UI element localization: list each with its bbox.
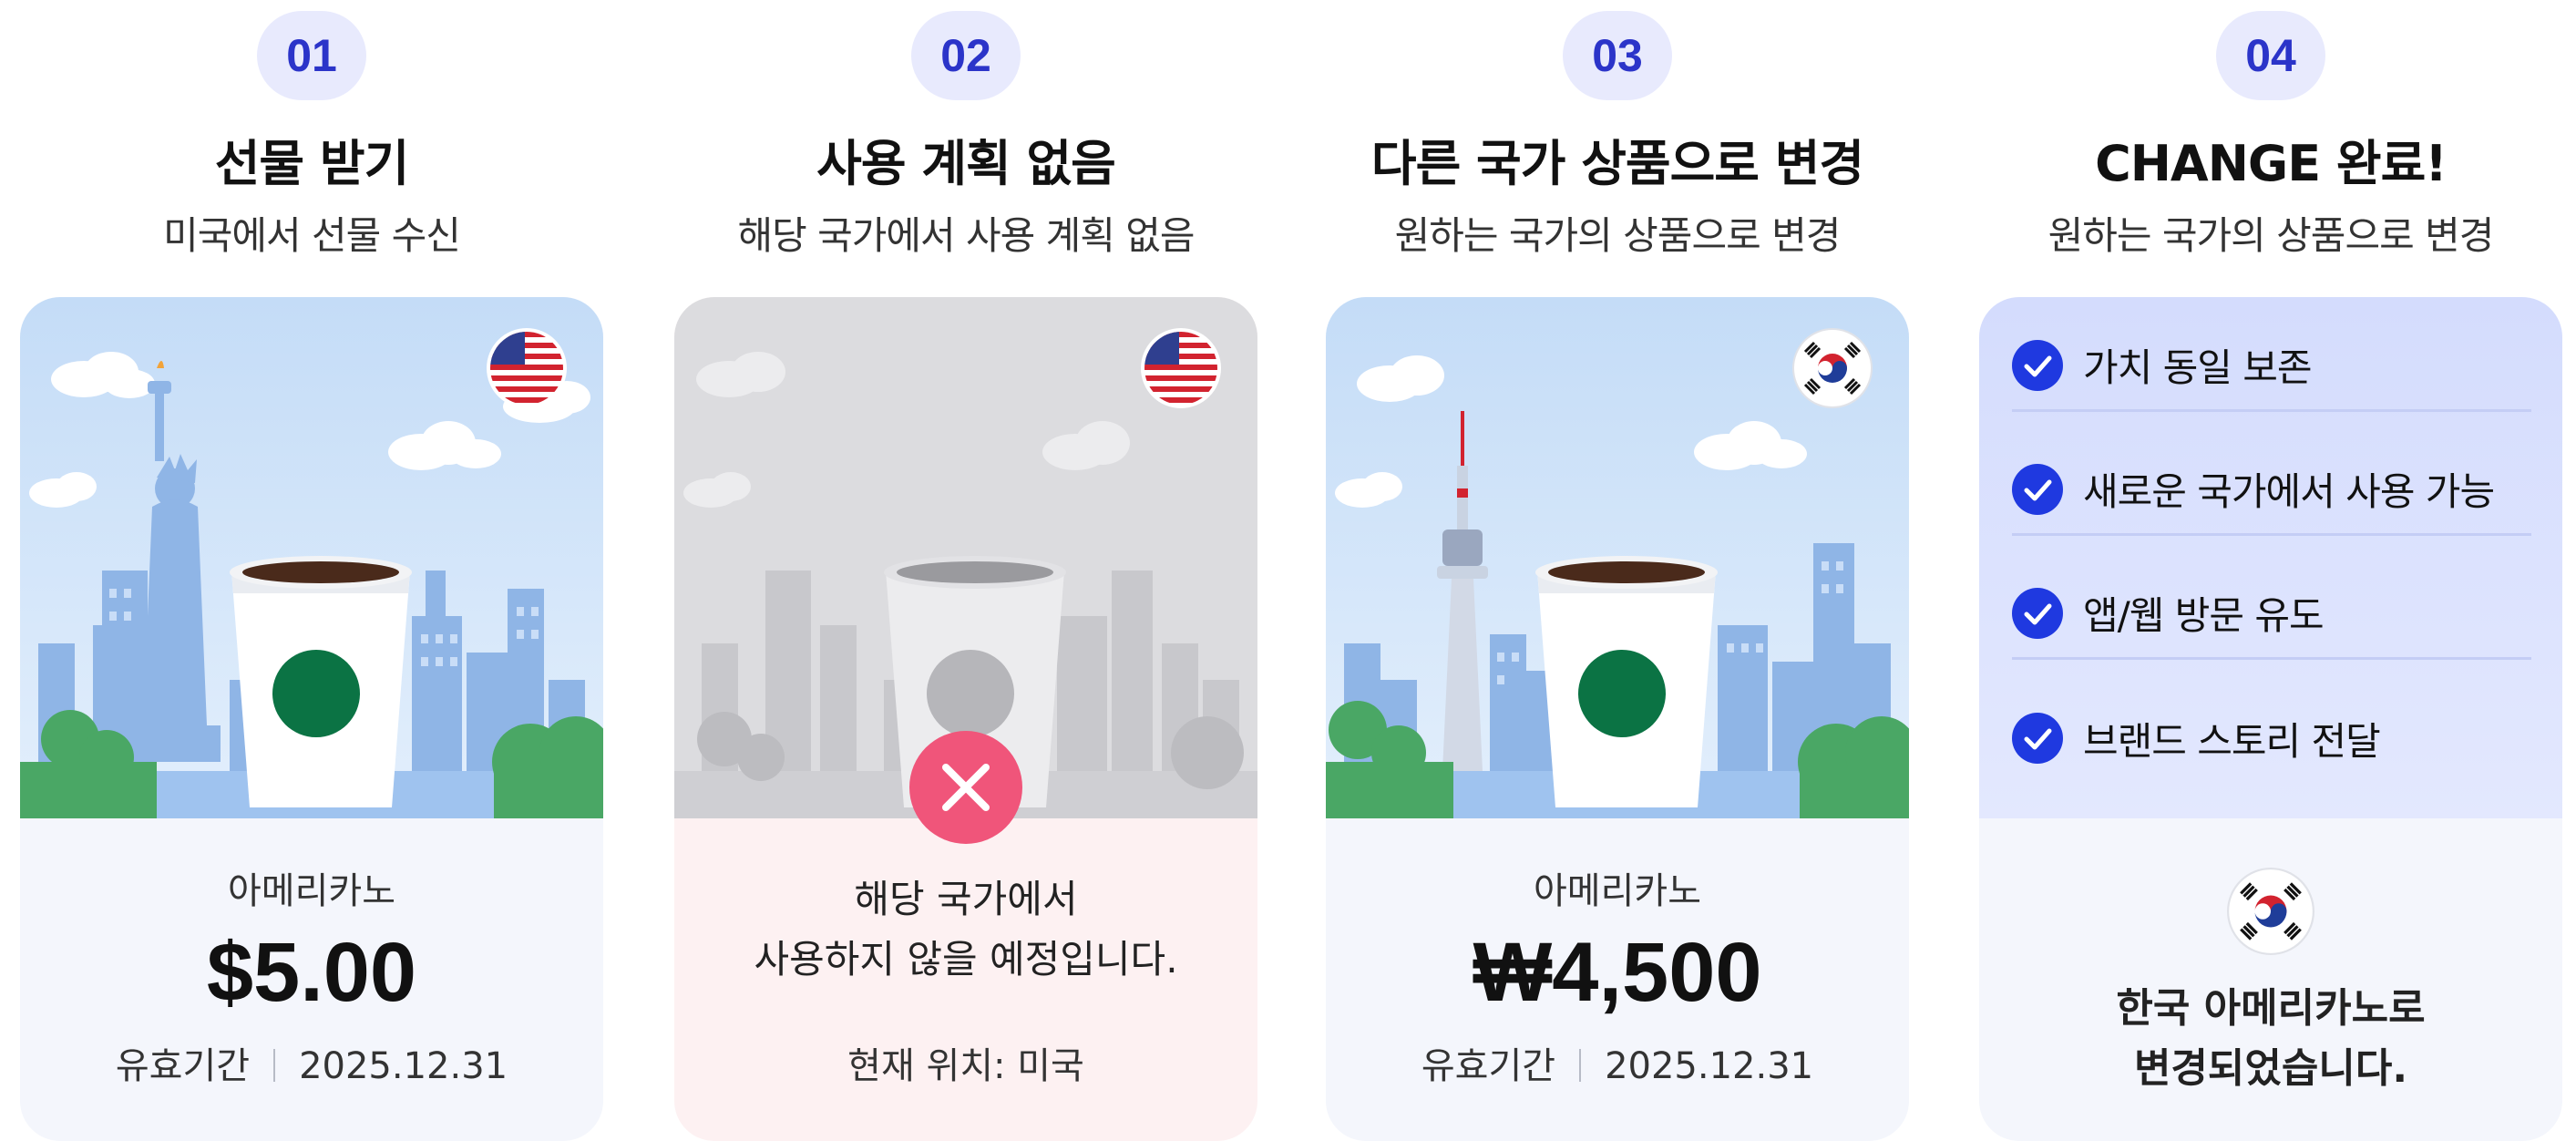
benefit-item: 가치 동일 보존 bbox=[2012, 321, 2531, 412]
validity-date: 2025.12.31 bbox=[299, 1045, 508, 1087]
benefit-item: 앱/웹 방문 유도 bbox=[2012, 569, 2531, 660]
step-subtitle: 해당 국가에서 사용 계획 없음 bbox=[737, 213, 1195, 258]
step-3: 03 다른 국가 상품으로 변경 원하는 국가의 상품으로 변경 아메리카노 ₩… bbox=[1326, 0, 1909, 1141]
validity-label: 유효기간 bbox=[115, 1045, 251, 1087]
validity-date: 2025.12.31 bbox=[1605, 1045, 1814, 1087]
check-circle-icon bbox=[2012, 587, 2063, 639]
benefit-label: 브랜드 스토리 전달 bbox=[2083, 718, 2381, 764]
us-flag-icon bbox=[487, 328, 567, 408]
step-title: 사용 계획 없음 bbox=[816, 135, 1116, 192]
validity-label: 유효기간 bbox=[1421, 1045, 1556, 1087]
step-subtitle: 원하는 국가의 상품으로 변경 bbox=[2047, 213, 2495, 258]
benefit-item: 새로운 국가에서 사용 가능 bbox=[2012, 445, 2531, 536]
step-4: 04 CHANGE 완료! 원하는 국가의 상품으로 변경 가치 동일 보존 새… bbox=[1979, 0, 2562, 1141]
product-name: 아메리카노 bbox=[1534, 870, 1701, 912]
step-title: 다른 국가 상품으로 변경 bbox=[1370, 135, 1864, 192]
validity-row: 유효기간 2025.12.31 bbox=[20, 1039, 603, 1094]
benefit-label: 새로운 국가에서 사용 가능 bbox=[2083, 469, 2495, 514]
current-location: 현재 위치: 미국 bbox=[847, 1045, 1084, 1087]
step-number-badge: 04 bbox=[2216, 11, 2325, 100]
step-title: CHANGE 완료! bbox=[2095, 135, 2448, 192]
us-flag-icon bbox=[1141, 328, 1221, 408]
product-price: ₩4,500 bbox=[1473, 926, 1762, 1019]
step-title: 선물 받기 bbox=[214, 135, 410, 192]
step-number-badge: 03 bbox=[1563, 11, 1672, 100]
benefit-label: 앱/웹 방문 유도 bbox=[2083, 593, 2325, 638]
check-circle-icon bbox=[2012, 463, 2063, 515]
gift-card-us: 아메리카노 $5.00 유효기간 2025.12.31 bbox=[20, 297, 603, 1141]
product-name: 아메리카노 bbox=[228, 870, 395, 912]
change-complete-card: 가치 동일 보존 새로운 국가에서 사용 가능 앱/웹 방문 유도 브랜드 스토… bbox=[1979, 297, 2562, 1141]
change-result: 한국 아메리카노로 변경되었습니다. bbox=[1979, 818, 2562, 1141]
divider bbox=[273, 1049, 276, 1082]
benefit-list: 가치 동일 보존 새로운 국가에서 사용 가능 앱/웹 방문 유도 브랜드 스토… bbox=[1979, 297, 2562, 818]
step-1: 01 선물 받기 미국에서 선물 수신 아메리카노 $5.00 유효기간 202… bbox=[20, 0, 603, 1141]
step-number-badge: 02 bbox=[911, 11, 1021, 100]
gift-card-unused: 해당 국가에서 사용하지 않을 예정입니다. 현재 위치: 미국 bbox=[674, 297, 1257, 1141]
gift-card-korea: 아메리카노 ₩4,500 유효기간 2025.12.31 bbox=[1326, 297, 1909, 1141]
korea-flag-icon bbox=[2227, 868, 2314, 955]
benefit-label: 가치 동일 보존 bbox=[2083, 345, 2313, 390]
step-number-badge: 01 bbox=[257, 11, 366, 100]
check-circle-icon bbox=[2012, 713, 2063, 764]
validity-row: 유효기간 2025.12.31 bbox=[1326, 1039, 1909, 1094]
product-info: 아메리카노 ₩4,500 유효기간 2025.12.31 bbox=[1326, 818, 1909, 1141]
unused-message: 해당 국가에서 사용하지 않을 예정입니다. 현재 위치: 미국 bbox=[674, 818, 1257, 1141]
divider bbox=[1579, 1049, 1582, 1082]
step-2: 02 사용 계획 없음 해당 국가에서 사용 계획 없음 해당 국가에서 사용하… bbox=[674, 0, 1257, 1141]
unused-message-text: 해당 국가에서 사용하지 않을 예정입니다. bbox=[754, 877, 1178, 982]
step-subtitle: 원하는 국가의 상품으로 변경 bbox=[1394, 213, 1842, 258]
product-price: $5.00 bbox=[206, 926, 417, 1019]
benefit-item: 브랜드 스토리 전달 bbox=[2012, 693, 2531, 784]
korea-flag-icon bbox=[1792, 328, 1873, 408]
step-subtitle: 미국에서 선물 수신 bbox=[163, 213, 461, 258]
check-circle-icon bbox=[2012, 339, 2063, 391]
change-result-text: 한국 아메리카노로 변경되었습니다. bbox=[2116, 985, 2426, 1092]
product-info: 아메리카노 $5.00 유효기간 2025.12.31 bbox=[20, 818, 603, 1141]
